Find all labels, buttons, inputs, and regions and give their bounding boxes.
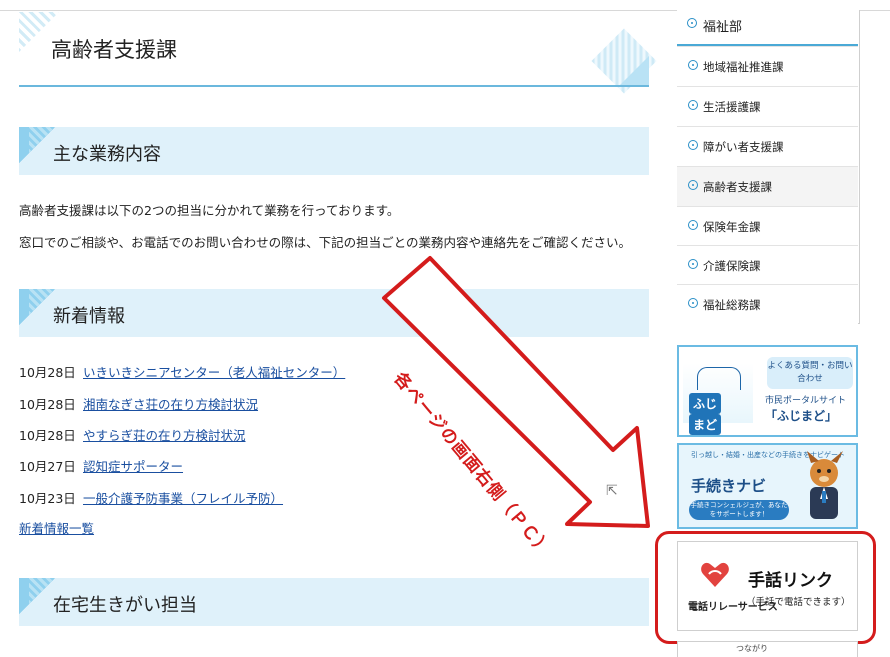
sidebar-item-disability[interactable]: 障がい者支援課 [677,126,858,166]
circle-bullet-icon [688,298,698,308]
news-date: 10月23日 [19,491,76,506]
sidebar-item-care-insurance[interactable]: 介護保険課 [677,245,858,285]
fujimado-subtitle: 市民ポータルサイト [765,396,847,406]
section-heading-home-life: 在宅生きがい担当 [19,578,649,626]
title-underline [19,85,649,87]
navi-title: 手続きナビ [691,477,767,495]
section-heading-label: 主な業務内容 [53,144,161,165]
page-title-block: 高齢者支援課 [19,12,657,94]
circle-bullet-icon [688,140,698,150]
sidebar-head[interactable]: 福祉部 [677,10,858,46]
sidebar-item-elderly-support[interactable]: 高齢者支援課 [677,166,858,206]
fujimado-title: 「ふじまど」 [765,409,838,423]
news-link[interactable]: いきいきシニアセンター（老人福祉センター） [83,365,345,380]
next-banner[interactable]: つながり [677,641,858,657]
news-item: 10月28日 湘南なぎさ荘の在り方検討状況 [19,394,258,413]
duties-paragraph-2: 窓口でのご相談や、お電話でのお問い合わせの際は、下記の担当ごとの業務内容や連絡先… [19,235,632,250]
title-decoration-corner [619,56,649,86]
sidebar-item-label: 高齢者支援課 [703,180,772,194]
sidebar-item-label: 地域福祉推進課 [703,60,784,74]
logo-part: ふじ [689,393,722,414]
circle-bullet-icon [688,220,698,230]
news-item: 10月28日 やすらぎ荘の在り方検討状況 [19,425,246,444]
sidebar-item-label: 生活援護課 [703,100,761,114]
sidebar-item-label: 障がい者支援課 [703,140,784,154]
annotation-text: 各ページの画面右側（ＰＣ） [389,368,555,561]
news-item: 10月23日 一般介護予防事業（フレイル予防） [19,488,283,507]
sidebar-item-welfare-general[interactable]: 福祉総務課 [677,284,858,324]
building-icon [697,367,741,390]
sidebar-item-insurance-pension[interactable]: 保険年金課 [677,206,858,246]
circle-bullet-icon [688,60,698,70]
circle-bullet-icon [688,100,698,110]
circle-bullet-icon [687,18,697,28]
circle-bullet-icon [688,180,698,190]
procedure-navi-banner[interactable]: 引っ越し・結婚・出産などの手続きをナビゲート 手続きナビ 手続きコンシェルジュが… [677,443,858,529]
news-date: 10月28日 [19,397,76,412]
faq-bubble: よくある質問・お問い合わせ [767,357,853,389]
news-link[interactable]: 一般介護予防事業（フレイル予防） [83,491,283,506]
news-link[interactable]: 認知症サポーター [83,459,183,474]
page-title: 高齢者支援課 [51,38,177,62]
fujimado-logo-area: ふじまど [679,347,757,435]
news-date: 10月28日 [19,428,76,443]
cursor-icon: ⇱ [606,483,618,499]
sidebar-item-label: 福祉総務課 [703,298,761,312]
sidebar-item-regional-welfare[interactable]: 地域福祉推進課 [677,46,858,86]
sidebar-item-label: 介護保険課 [703,259,761,273]
news-link[interactable]: やすらぎ荘の在り方検討状況 [83,428,246,443]
news-link[interactable]: 湘南なぎさ荘の在り方検討状況 [83,397,258,412]
news-list-link[interactable]: 新着情報一覧 [19,518,94,537]
sidebar-item-livelihood[interactable]: 生活援護課 [677,86,858,126]
section-heading-label: 在宅生きがい担当 [53,595,197,616]
section-heading-duties: 主な業務内容 [19,127,649,175]
logo-part: まど [689,414,722,435]
dog-mascot-icon [807,451,843,519]
news-item: 10月28日 いきいきシニアセンター（老人福祉センター） [19,362,345,381]
section-heading-news: 新着情報 [19,289,649,337]
circle-bullet-icon [688,259,698,269]
navi-pill: 手続きコンシェルジュが、あなたをサポートします！ [689,500,789,520]
section-heading-label: 新着情報 [53,306,125,327]
sidebar-head-label: 福祉部 [703,20,743,35]
sidebar-item-label: 保険年金課 [703,220,761,234]
duties-paragraph-1: 高齢者支援課は以下の2つの担当に分かれて業務を行っております。 [19,203,400,218]
fujimado-logo: ふじまど [689,393,757,435]
news-item: 10月27日 認知症サポーター [19,456,183,475]
highlight-frame [655,531,876,644]
news-date: 10月27日 [19,459,76,474]
news-date: 10月28日 [19,365,76,380]
next-banner-label: つながり [736,644,768,653]
fujimado-banner[interactable]: ふじまど よくある質問・お問い合わせ 市民ポータルサイト 「ふじまど」 [677,345,858,437]
